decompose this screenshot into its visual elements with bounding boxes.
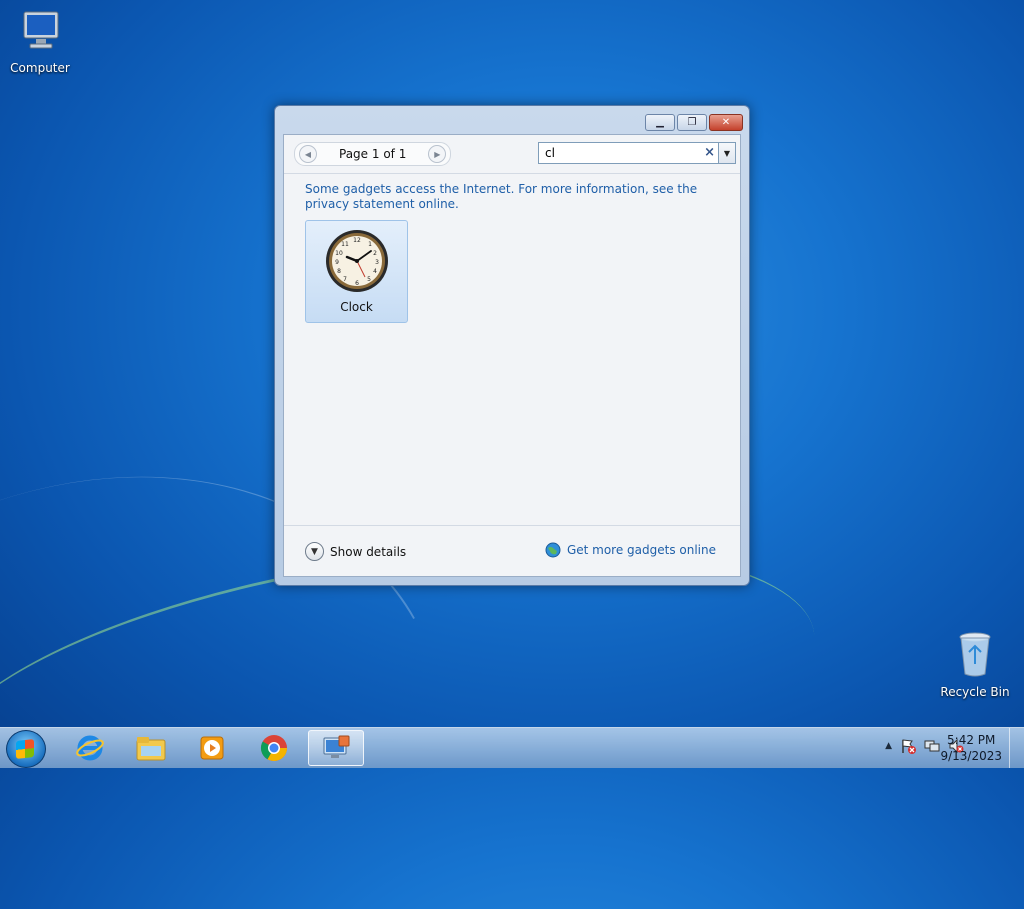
search-input[interactable]: cl × ▼ xyxy=(538,142,736,164)
clock-date: 9/13/2023 xyxy=(940,749,1002,763)
media-player-icon xyxy=(200,736,224,760)
desktop-icon-label: Recycle Bin xyxy=(940,685,1010,699)
network-icon[interactable] xyxy=(924,738,940,754)
title-buttons: ▁ ❐ ✕ xyxy=(645,114,743,131)
taskbar-gadgets[interactable] xyxy=(308,730,364,766)
taskbar: ▲ 5:42 PM 9/13/2023 xyxy=(0,727,1024,768)
minimize-icon: ▁ xyxy=(656,117,664,128)
svg-text:3: 3 xyxy=(375,259,379,266)
toolbar: ◀ Page 1 of 1 ▶ cl × ▼ xyxy=(284,135,740,174)
chevron-down-icon: ▼ xyxy=(723,148,731,158)
next-page-button[interactable]: ▶ xyxy=(428,145,447,163)
recycle-bin-icon xyxy=(935,630,1015,681)
svg-text:9: 9 xyxy=(335,259,339,266)
desktop-icon-computer[interactable]: Computer xyxy=(0,10,80,75)
window-client-area: ◀ Page 1 of 1 ▶ cl × ▼ Some gadgets acce… xyxy=(283,134,741,577)
search-dropdown-button[interactable]: ▼ xyxy=(718,143,735,163)
svg-text:5: 5 xyxy=(367,276,371,283)
privacy-notice-link[interactable]: Some gadgets access the Internet. For mo… xyxy=(305,182,705,212)
window-footer: ▼ Show details Get more gadgets online xyxy=(284,525,740,576)
restore-button[interactable]: ❐ xyxy=(677,114,707,131)
svg-text:4: 4 xyxy=(373,268,377,275)
taskbar-internet-explorer[interactable] xyxy=(62,730,118,766)
prev-page-button[interactable]: ◀ xyxy=(299,145,317,163)
desktop-icon-recycle-bin[interactable]: Recycle Bin xyxy=(935,630,1015,699)
chrome-icon xyxy=(260,735,288,762)
taskbar-media-player[interactable] xyxy=(184,730,240,766)
svg-text:12: 12 xyxy=(353,237,361,244)
chevron-right-icon: ▶ xyxy=(434,149,441,159)
get-more-gadgets-label: Get more gadgets online xyxy=(566,543,716,557)
clock-icon: 12 12 3 45 6 78 9 10 11 xyxy=(325,230,388,292)
taskbar-chrome[interactable] xyxy=(246,730,302,766)
gadget-tile-label: Clock xyxy=(340,300,373,314)
close-button[interactable]: ✕ xyxy=(709,114,743,131)
get-more-gadgets-link[interactable]: Get more gadgets online xyxy=(545,542,716,558)
show-hidden-icons-button[interactable]: ▲ xyxy=(885,741,892,751)
taskbar-windows-explorer[interactable] xyxy=(123,730,179,766)
svg-text:11: 11 xyxy=(341,241,349,248)
windows-explorer-icon xyxy=(136,737,166,761)
svg-text:2: 2 xyxy=(373,250,377,257)
close-icon: ✕ xyxy=(721,117,731,128)
clear-search-icon[interactable]: × xyxy=(704,145,715,160)
svg-text:8: 8 xyxy=(337,268,341,275)
chevron-left-icon: ◀ xyxy=(304,149,312,159)
gadget-gallery-window: ▁ ❐ ✕ ◀ Page 1 of 1 ▶ cl × ▼ Some gadget… xyxy=(274,105,750,586)
restore-icon: ❐ xyxy=(687,117,697,128)
page-indicator: Page 1 of 1 xyxy=(339,147,407,161)
svg-text:7: 7 xyxy=(343,276,347,283)
taskbar-clock[interactable]: 5:42 PM 9/13/2023 xyxy=(940,732,1002,764)
chevron-down-circle-icon: ▼ xyxy=(305,542,324,561)
internet-explorer-icon xyxy=(76,735,104,761)
search-input-value: cl xyxy=(545,146,555,160)
gadgets-icon xyxy=(323,735,350,758)
computer-icon xyxy=(0,10,80,57)
svg-text:10: 10 xyxy=(335,250,343,257)
start-button[interactable] xyxy=(6,730,46,768)
show-desktop-button[interactable] xyxy=(1009,728,1024,768)
show-details-toggle[interactable]: ▼ Show details xyxy=(305,542,406,561)
pager: ◀ Page 1 of 1 ▶ xyxy=(294,142,452,166)
clock-time: 5:42 PM xyxy=(947,733,996,747)
gadget-tile-clock[interactable]: 12 1 2 3 45 6 78 9 10 11 Clock xyxy=(305,220,408,323)
action-center-flag-icon[interactable] xyxy=(900,738,916,754)
globe-icon xyxy=(545,542,561,558)
minimize-button[interactable]: ▁ xyxy=(645,114,675,131)
desktop-icon-label: Computer xyxy=(10,61,70,75)
show-details-label: Show details xyxy=(330,544,407,559)
svg-text:1: 1 xyxy=(368,241,372,248)
svg-text:6: 6 xyxy=(355,280,359,287)
